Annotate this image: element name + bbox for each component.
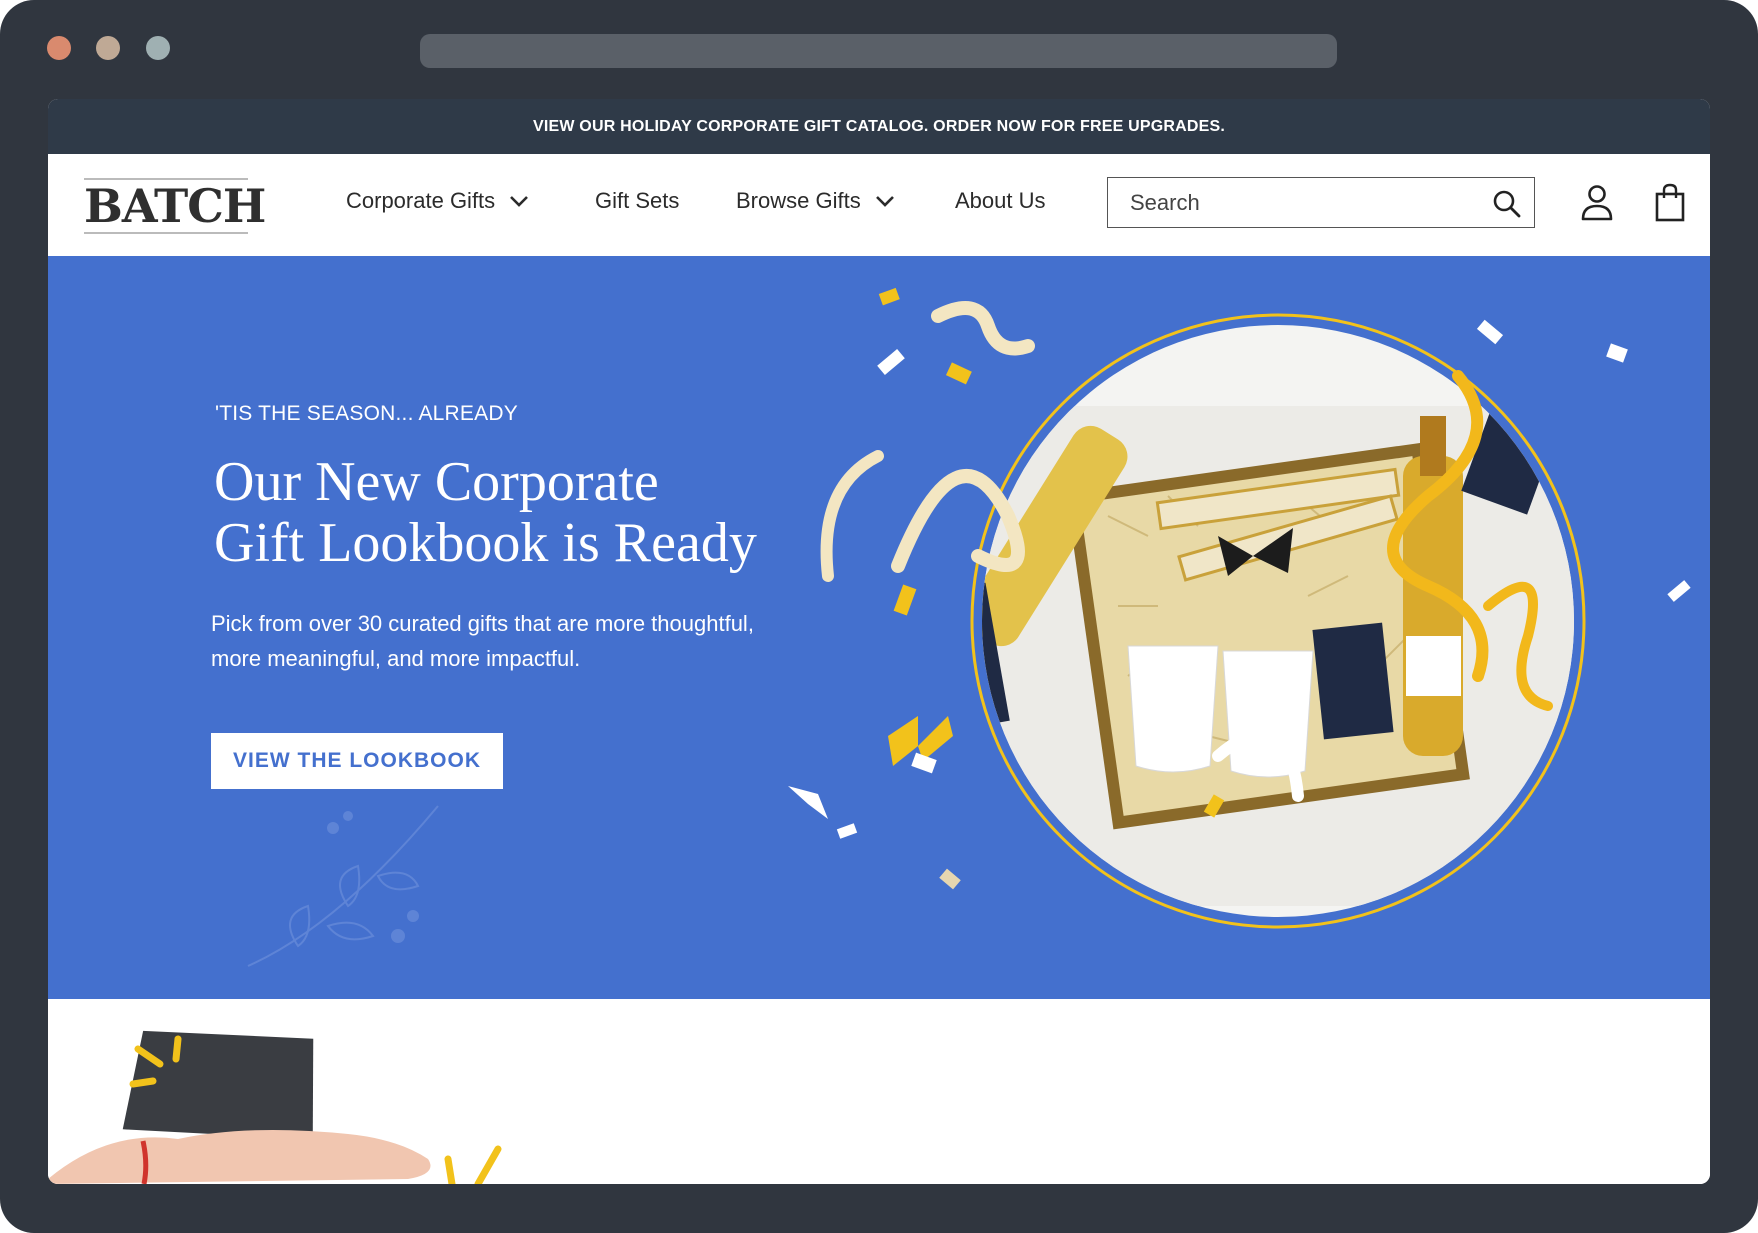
address-bar[interactable] [420, 34, 1337, 68]
browser-window: VIEW OUR HOLIDAY CORPORATE GIFT CATALOG.… [0, 0, 1758, 1233]
search-box [1107, 177, 1535, 228]
nav-item-corporate-gifts[interactable]: Corporate Gifts [346, 188, 529, 214]
nav-item-about-us[interactable]: About Us [955, 188, 1046, 214]
chevron-down-icon [510, 196, 529, 207]
site-header: BATCH Corporate Gifts Gift Sets Browse G… [48, 154, 1710, 256]
announcement-bar[interactable]: VIEW OUR HOLIDAY CORPORATE GIFT CATALOG.… [48, 99, 1710, 154]
nav-item-label: Gift Sets [595, 188, 680, 213]
gift-box-hero-image [788, 287, 1691, 929]
view-lookbook-button[interactable]: VIEW THE LOOKBOOK [211, 733, 503, 789]
chevron-down-icon [875, 196, 894, 207]
minimize-window-dot[interactable] [96, 36, 120, 60]
search-input[interactable] [1128, 189, 1472, 217]
nav-item-gift-sets[interactable]: Gift Sets [595, 188, 679, 214]
web-page: VIEW OUR HOLIDAY CORPORATE GIFT CATALOG.… [48, 99, 1710, 1184]
hero-title-line-1: Our New Corporate [214, 451, 659, 513]
leaf-sprig-decoration [247, 805, 439, 967]
hero-banner: 'TIS THE SEASON... ALREADY Our New Corpo… [48, 256, 1710, 999]
shopping-bag-icon[interactable] [1655, 182, 1685, 222]
nav-item-browse-gifts[interactable]: Browse Gifts [736, 188, 895, 214]
hand-with-card-image [48, 1030, 502, 1184]
hero-description: Pick from over 30 curated gifts that are… [211, 611, 754, 671]
close-window-dot[interactable] [47, 36, 71, 60]
featured-section [48, 999, 1710, 1184]
nav-item-label: Corporate Gifts [346, 188, 496, 213]
user-icon[interactable] [1580, 184, 1614, 222]
hero-title: Our New Corporate Gift Lookbook is Ready [214, 452, 757, 574]
nav-item-label: About Us [955, 188, 1046, 213]
hero-title-line-2: Gift Lookbook is Ready [214, 512, 757, 574]
maximize-window-dot[interactable] [146, 36, 170, 60]
hero-eyebrow: 'TIS THE SEASON... ALREADY [215, 402, 518, 425]
nav-item-label: Browse Gifts [736, 188, 861, 213]
batch-logo[interactable]: BATCH [84, 178, 266, 234]
search-icon[interactable] [1492, 189, 1522, 219]
